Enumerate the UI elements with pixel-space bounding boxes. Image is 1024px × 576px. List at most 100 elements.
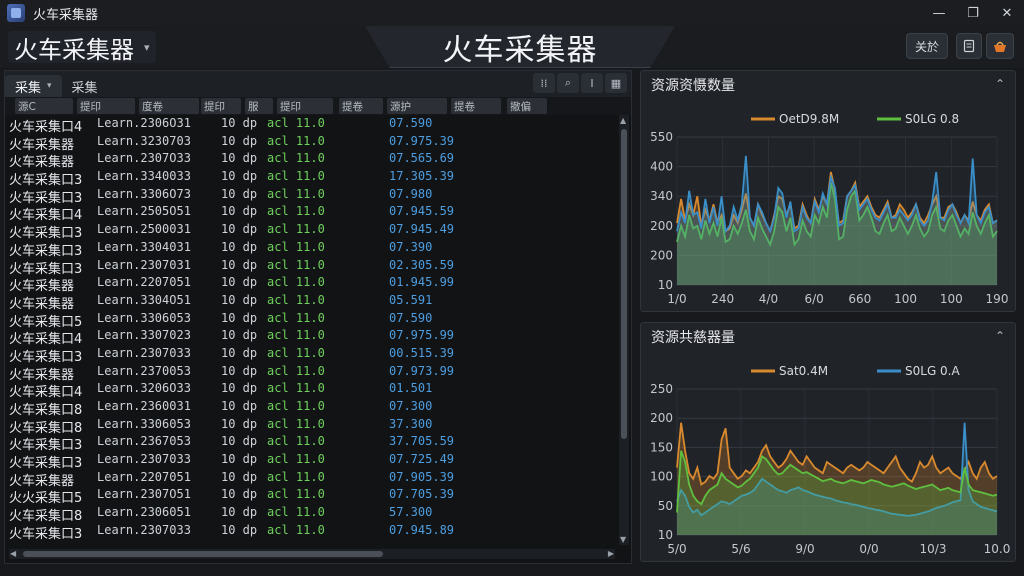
table-row[interactable]: 火车采集器 Learn.3230703 10 dp acl 11.0 07.975.39 [5, 133, 617, 153]
row-code: 10 dp [221, 452, 258, 467]
scroll-right-icon[interactable]: ▶ [608, 549, 614, 558]
about-button[interactable]: 关於 [906, 33, 948, 59]
row-meta: Learn.2307033 [97, 522, 191, 537]
row-status: acl 11.0 [267, 116, 325, 130]
row-status: acl 11.0 [267, 186, 325, 201]
column-header[interactable]: 服 [245, 98, 273, 114]
tab-collect-dropdown[interactable]: 采集 ▾ [5, 75, 62, 97]
table-row[interactable]: 火车采集口3 Learn.2500031 10 dp acl 11.0 07.945.4… [5, 221, 617, 241]
row-code: 10 dp [221, 487, 258, 502]
y-tick-label: 150 [650, 440, 673, 454]
row-value: 07.945.49 [389, 222, 455, 237]
document-button[interactable] [956, 33, 982, 59]
table-row[interactable]: 火火采集口5 Learn.2307O51 10 dp acl 11.0 07.705.3… [5, 486, 617, 506]
row-value: 07.300 [389, 399, 433, 413]
y-tick-label: 200 [650, 248, 673, 262]
basket-button[interactable] [986, 33, 1014, 59]
tab-label: 采集 [71, 80, 98, 96]
row-code: 10 dp [221, 522, 258, 537]
row-code: 10 dp [221, 222, 258, 237]
x-tick-label: 10.0 [984, 542, 1011, 556]
table-row[interactable]: 火车采集口3 Learn.2307033 10 dp acl 11.0 07.725.4… [5, 451, 617, 471]
row-status: acl 11.0 [267, 133, 325, 148]
column-header[interactable]: 提印 [277, 98, 333, 114]
y-tick-label: 200 [650, 411, 673, 425]
grid-icon[interactable]: ▦ [605, 73, 627, 93]
row-value: 17.305.39 [389, 169, 455, 184]
table-row[interactable]: 火车采集口4 Learn.3206O33 10 dp acl 11.0 01.501 [5, 380, 617, 400]
x-tick-label: 0/0 [859, 542, 878, 556]
row-meta: Learn.3307023 [97, 328, 191, 343]
row-value: 07.945.59 [389, 204, 455, 219]
column-header[interactable]: 提印 [77, 98, 135, 114]
row-code: 10 dp [221, 345, 258, 360]
scroll-left-icon[interactable]: ◀ [10, 549, 16, 558]
table-row[interactable]: 火车采集口4 Learn.2505O51 10 dp acl 11.0 07.945.5… [5, 203, 617, 223]
row-value: 02.305.59 [389, 257, 455, 272]
column-header[interactable]: 源C [15, 98, 73, 114]
chevron-up-icon[interactable]: ⌃ [995, 77, 1005, 91]
table-row[interactable]: 火车采集口8 Learn.2306051 10 dp acl 11.0 57.300 [5, 504, 617, 524]
data-table-panel: 采集 ▾ 采集 ⁞⁞ ⌕ I ▦ 源C 提印 度卷 提印 服 提印 提卷 源护 … [4, 70, 632, 564]
table-row[interactable]: 火车采集口3 Learn.3340033 10 dp acl 11.0 17.305.3… [5, 168, 617, 188]
scrollbar-thumb[interactable] [621, 129, 627, 439]
app-selector[interactable]: 火车采集器 ▾ [8, 31, 156, 64]
table-row[interactable]: 火车采集口3 Learn.2307033 10 dp acl 11.0 00.515.3… [5, 345, 617, 365]
scrollbar-thumb[interactable] [23, 551, 383, 557]
column-header[interactable]: 源护 [387, 98, 447, 114]
row-value: 57.300 [389, 505, 433, 520]
legend-label: Sat0.4M [779, 364, 828, 378]
table-row[interactable]: 火车采集口8 Learn.3306053 10 dp acl 11.0 37.300 [5, 416, 617, 436]
horizontal-scrollbar[interactable]: ◀ ▶ [9, 549, 615, 559]
table-row[interactable]: 火车采集口4 Learn.3307023 10 dp acl 11.0 07.975.9… [5, 327, 617, 347]
column-header[interactable]: 提卷 [339, 98, 383, 114]
x-tick-label: 9/0 [795, 542, 814, 556]
table-row[interactable]: 火车采集器 Learn.3304O51 10 dp acl 11.0 05.591 [5, 292, 617, 312]
chart-1: OetD9.8M S0LG 0.8 10 200 200 340 400 550 1/0 240 4… [650, 112, 1008, 306]
table-row[interactable]: 火车采集器 Learn.2370053 10 dp acl 11.0 07.973.99 [5, 363, 617, 383]
minimize-button[interactable]: — [922, 0, 956, 26]
row-status: acl 11.0 [267, 222, 325, 237]
maximize-button[interactable]: ❐ [956, 0, 990, 26]
row-code: 10 dp [221, 292, 258, 307]
row-code: 10 dp [221, 416, 258, 431]
column-header[interactable]: 撤偏 [507, 98, 547, 114]
column-header[interactable]: 提印 [201, 98, 241, 114]
vertical-scrollbar[interactable]: ▲ ▼ [619, 115, 629, 545]
page-title: 火车采集器 [442, 33, 598, 68]
table-row[interactable]: 火车采集器 Learn.2207051 10 dp acl 11.0 01.945.99 [5, 274, 617, 294]
y-tick-label: 400 [650, 160, 673, 174]
search-icon[interactable]: ⌕ [557, 73, 579, 93]
scroll-up-icon[interactable]: ▲ [620, 116, 626, 125]
row-meta: Learn.2500031 [97, 222, 191, 237]
tab-collect[interactable]: 采集 [62, 75, 108, 97]
columns-icon[interactable]: ⁞⁞ [533, 73, 555, 93]
row-meta: Learn.3206O33 [97, 381, 191, 396]
table-row[interactable]: 火车采集口8 Learn.2360031 10 dp acl 11.0 07.300 [5, 398, 617, 418]
row-meta: Learn.2367053 [97, 434, 191, 449]
x-tick-label: 100 [894, 292, 917, 306]
table-row[interactable]: 火车采集口4 Learn.2306O31 10 dp acl 11.0 07.590 [5, 115, 617, 135]
chevron-down-icon: ▾ [47, 81, 52, 91]
table-row[interactable]: 火车采集口3 Learn.3306O73 10 dp acl 11.0 07.980 [5, 186, 617, 206]
column-header[interactable]: 提卷 [451, 98, 501, 114]
chevron-up-icon[interactable]: ⌃ [995, 329, 1005, 343]
table-body: 火车采集口4 Learn.2306O31 10 dp acl 11.0 07.590 火车… [5, 115, 617, 541]
text-cursor-icon[interactable]: I [581, 73, 603, 93]
chart-header: 资源共慈器量 ⌃ [641, 323, 1015, 351]
table-row[interactable]: 火车采集口3 Learn.2367053 10 dp acl 11.0 37.705.5… [5, 433, 617, 453]
table-row[interactable]: 火车采集口3 Learn.2307033 10 dp acl 11.0 07.945.8… [5, 522, 617, 541]
row-status: acl 11.0 [267, 381, 325, 396]
table-row[interactable]: 火车采集口5 Learn.3306053 10 dp acl 11.0 07.590 [5, 310, 617, 330]
title-bar: 火车采集器 — ❐ ✕ [0, 0, 1024, 26]
close-button[interactable]: ✕ [990, 0, 1024, 26]
table-row[interactable]: 火车采集口3 Learn.3304031 10 dp acl 11.0 07.390 [5, 239, 617, 259]
table-row[interactable]: 火车采集口3 Learn.2307031 10 dp acl 11.0 02.305.5… [5, 257, 617, 277]
row-meta: Learn.2307033 [97, 452, 191, 467]
column-header[interactable]: 度卷 [139, 98, 199, 114]
row-status: acl 11.0 [267, 487, 325, 502]
table-row[interactable]: 火车采集器 Learn.2307O33 10 dp acl 11.0 07.565.69 [5, 150, 617, 170]
scroll-down-icon[interactable]: ▼ [620, 535, 626, 544]
row-value: 07.590 [389, 116, 433, 130]
table-row[interactable]: 火车采集器 Learn.2207051 10 dp acl 11.0 07.905.39 [5, 469, 617, 489]
